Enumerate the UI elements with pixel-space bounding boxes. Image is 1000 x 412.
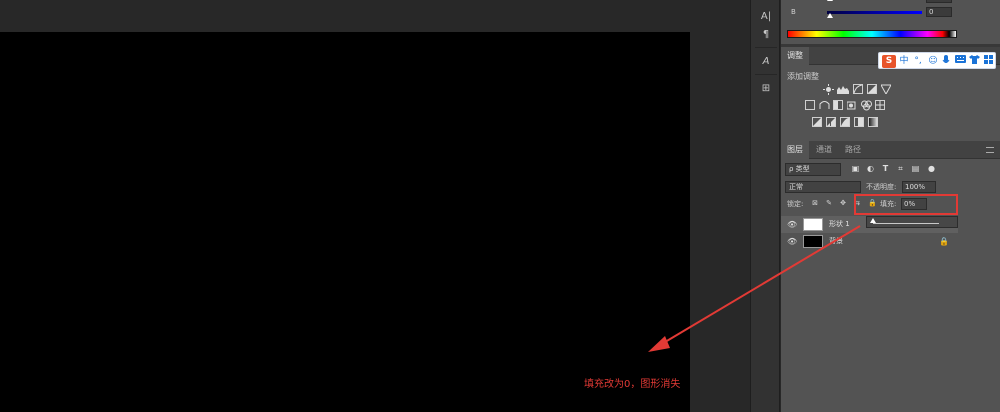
gradient-map-icon[interactable]	[868, 117, 878, 127]
adjustment-icons-row-1	[823, 84, 933, 96]
threshold-icon[interactable]	[840, 117, 850, 127]
layer-thumbnail	[803, 235, 823, 248]
visibility-eye-icon[interactable]: 👁	[787, 220, 797, 229]
color-spectrum[interactable]	[787, 30, 957, 38]
color-balance-icon[interactable]	[819, 100, 830, 110]
filter-pixel-icon[interactable]: ▣	[851, 164, 860, 173]
layer-name[interactable]: 形状 1	[829, 216, 850, 233]
color-panel: B 0	[781, 0, 965, 47]
curves-icon[interactable]	[853, 84, 863, 94]
slider-value[interactable]	[926, 0, 952, 3]
fill-highlight-box	[854, 194, 958, 215]
filter-shape-icon[interactable]: ⌗	[896, 164, 905, 173]
posterize-icon[interactable]	[826, 117, 836, 127]
channel-mixer-icon[interactable]	[861, 100, 872, 111]
properties-icon[interactable]: ⊞	[755, 80, 777, 98]
ime-punct-toggle[interactable]: °,	[911, 55, 925, 68]
hue-saturation-icon[interactable]	[805, 100, 815, 110]
opacity-input[interactable]: 100%	[902, 181, 936, 193]
collapsed-panel-strip: A| ¶ A ⊞	[750, 0, 780, 412]
selective-color-icon[interactable]	[854, 117, 864, 127]
blend-mode-select[interactable]: 正常	[785, 181, 861, 193]
strip-divider	[755, 74, 777, 75]
panel-menu-icon[interactable]	[986, 147, 994, 153]
document-workspace	[0, 0, 750, 412]
glyph-icon[interactable]: A	[755, 53, 777, 71]
tab-layers[interactable]: 图层	[781, 141, 809, 159]
layer-kind-select[interactable]: ρ 类型	[785, 163, 841, 176]
ime-emoji-icon[interactable]: ☺	[927, 55, 939, 68]
lock-position-icon[interactable]: ✥	[839, 199, 847, 207]
slider-label: B	[791, 8, 796, 16]
filter-smart-object-icon[interactable]: ▤	[911, 164, 920, 173]
vibrance-icon[interactable]	[880, 84, 892, 96]
tab-paths[interactable]: 路径	[839, 141, 867, 159]
ime-voice-icon[interactable]	[940, 55, 952, 68]
ime-keyboard-icon[interactable]	[954, 55, 966, 68]
ime-toolbox-icon[interactable]	[982, 55, 994, 68]
fill-slider-track[interactable]	[873, 223, 939, 224]
blend-opacity-row: 正常 不透明度: 100%	[781, 180, 1000, 194]
levels-icon[interactable]	[837, 84, 849, 94]
color-lookup-icon[interactable]	[875, 100, 885, 110]
slider-knob[interactable]	[827, 0, 833, 1]
layer-lock-icon: 🔒	[939, 237, 949, 246]
layers-tabbar: 图层 通道 路径	[781, 141, 1000, 159]
adjustment-icons-row-2	[805, 100, 925, 112]
layer-filter-bar: ρ 类型 ▣ ◐ T ⌗ ▤ ●	[781, 160, 1000, 178]
strip-divider	[755, 47, 777, 48]
ime-logo-icon[interactable]: S	[882, 55, 896, 68]
brightness-contrast-icon[interactable]	[823, 84, 834, 95]
visibility-eye-icon[interactable]: 👁	[787, 237, 797, 246]
slider-knob[interactable]	[827, 13, 833, 18]
lock-pixels-icon[interactable]: ✎	[825, 199, 833, 207]
filter-toggle-icon[interactable]: ●	[927, 164, 936, 173]
slider-track[interactable]	[827, 11, 922, 14]
filter-type-icon[interactable]: T	[881, 164, 890, 173]
tab-channels[interactable]: 通道	[810, 141, 838, 159]
color-slider-b[interactable]: B 0	[787, 7, 959, 18]
invert-icon[interactable]	[812, 117, 822, 127]
exposure-icon[interactable]	[867, 84, 877, 94]
document-canvas[interactable]	[0, 32, 690, 412]
ime-skin-icon[interactable]	[968, 55, 980, 68]
photo-filter-icon[interactable]	[846, 100, 857, 110]
slider-value[interactable]: 0	[926, 7, 952, 17]
filter-adjustment-icon[interactable]: ◐	[866, 164, 875, 173]
character-icon[interactable]: A|	[755, 8, 777, 26]
layer-row[interactable]: 👁 背景 🔒	[781, 233, 958, 250]
paragraph-icon[interactable]: ¶	[755, 26, 777, 44]
layer-name[interactable]: 背景	[829, 233, 843, 250]
lock-transparent-icon[interactable]: ⊠	[811, 199, 819, 207]
adjustments-add-label: 添加调整	[787, 72, 819, 81]
adjustment-icons-row-3	[812, 117, 922, 129]
ime-toolbar[interactable]: S 中 °, ☺	[878, 52, 996, 69]
layer-thumbnail	[803, 218, 823, 231]
annotation-text: 填充改为0，图形消失	[584, 379, 681, 390]
tab-adjustments[interactable]: 调整	[781, 47, 809, 65]
ime-lang-toggle[interactable]: 中	[898, 55, 910, 68]
lock-label: 锁定:	[787, 200, 804, 208]
color-slider-g[interactable]	[787, 0, 959, 4]
opacity-label: 不透明度:	[866, 183, 897, 191]
fill-popup-slider[interactable]	[866, 216, 958, 228]
black-white-icon[interactable]	[833, 100, 843, 110]
